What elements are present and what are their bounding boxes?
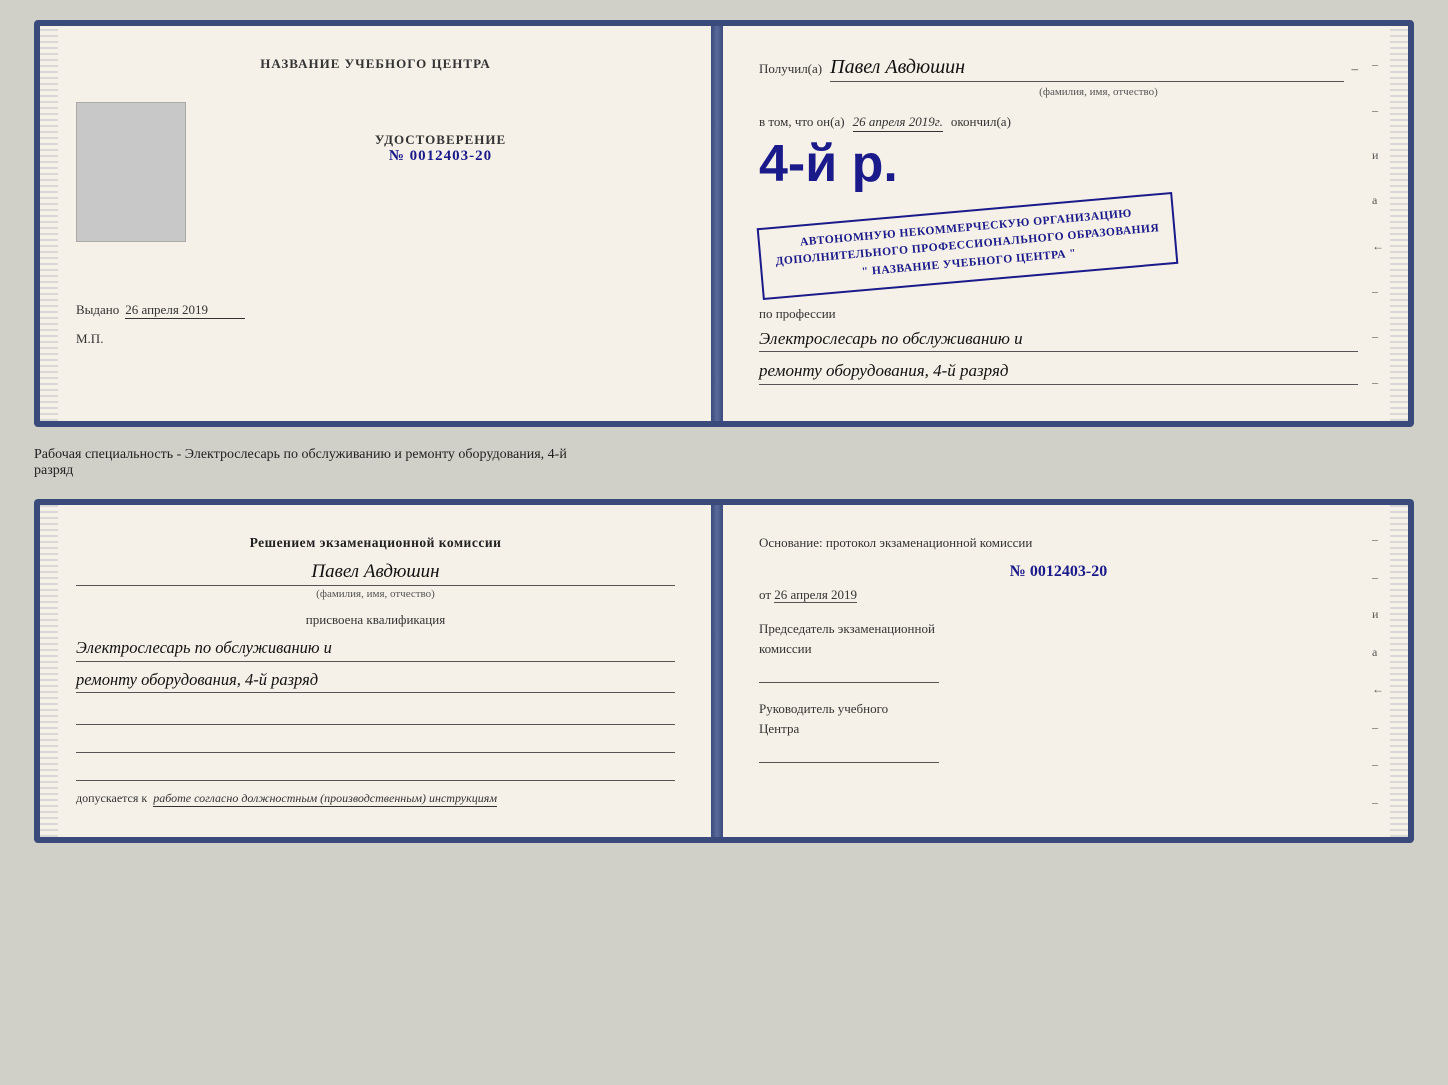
sig-line-predsedatel [759,661,939,683]
separator-line2: разряд [34,463,1414,479]
org-stamp-block: АВТОНОМНУЮ НЕКОММЕРЧЕСКУЮ ОРГАНИЗАЦИЮ ДО… [759,202,1358,292]
qualification-line2: ремонту оборудования, 4-й разряд [76,668,675,694]
document-spine-2 [711,505,723,838]
received-line: Получил(а) Павел Авдюшин – [759,56,1358,82]
certificate-number-block: УДОСТОВЕРЕНИЕ № 0012403-20 [206,132,675,165]
ot-line: от 26 апреля 2019 [759,587,1358,603]
sig-line-2 [76,731,675,753]
sig-line-3 [76,759,675,781]
card2-right-page: Основание: протокол экзаменационной коми… [723,505,1408,838]
received-name: Павел Авдюшин [830,56,1343,82]
dopuskaetsya-block: допускается к работе согласно должностны… [76,791,675,807]
decision-title: Решением экзаменационной комиссии [76,535,675,551]
sig-line-1 [76,703,675,725]
prisvoena-label: присвоена квалификация [76,612,675,628]
osnov-title: Основание: протокол экзаменационной коми… [759,535,1358,551]
v-tom-chto-text: в том, что он(а) [759,114,845,130]
certificate-number: № 0012403-20 [206,148,675,165]
profession-line2: ремонту оборудования, 4-й разряд [759,358,1358,385]
org-stamp: АВТОНОМНУЮ НЕКОММЕРЧЕСКУЮ ОРГАНИЗАЦИЮ ДО… [757,192,1179,300]
predsedatel-line2: комиссии [759,641,1358,657]
vydano-date: 26 апреля 2019 [125,302,245,319]
predsedatel-line1: Председатель экзаменационной [759,621,1358,637]
person-name: Павел Авдюшин [76,561,675,586]
protocol-num: № 0012403-20 [759,563,1358,581]
ot-date: 26 апреля 2019 [774,587,857,603]
udostoverenie-label: УДОСТОВЕРЕНИЕ [206,132,675,148]
qualification-line1: Электрослесарь по обслуживанию и [76,636,675,662]
right-edge-decoration-2: – – и а ← – – – [1372,525,1384,818]
razryad-big: 4-й р. [759,138,898,190]
signature-lines [76,703,675,781]
fio-hint: (фамилия, имя, отчество) [839,86,1358,98]
sig-line-rukovod [759,741,939,763]
vydano-block: Выдано 26 апреля 2019 [76,302,675,319]
rukovod-line1: Руководитель учебного [759,701,1358,717]
separator-line1: Рабочая специальность - Электрослесарь п… [34,447,1414,463]
completion-date: 26 апреля 2019г. [853,114,943,132]
card2-left-page: Решением экзаменационной комиссии Павел … [40,505,711,838]
po-professii: по профессии [759,306,1358,322]
vydano-label: Выдано [76,302,119,318]
photo-placeholder [76,102,186,242]
separator-text: Рабочая специальность - Электрослесарь п… [34,445,1414,481]
mp-label: М.П. [76,331,675,347]
dopuskaetsya-value: работе согласно должностным (производств… [153,791,497,807]
razryad-line: 4-й р. [759,136,1358,196]
right-edge-decoration: – – и а ← – – – [1372,46,1384,401]
rukovod-line2: Центра [759,721,1358,737]
okonchil-text: окончил(а) [951,114,1011,130]
dopuskaetsya-label: допускается к [76,791,147,806]
ot-label: от [759,587,771,602]
card1-right-page: Получил(а) Павел Авдюшин – (фамилия, имя… [723,26,1408,421]
center-title-block: НАЗВАНИЕ УЧЕБНОГО ЦЕНТРА [76,56,675,72]
school-name-title: НАЗВАНИЕ УЧЕБНОГО ЦЕНТРА [76,56,675,72]
document-spine [711,26,723,421]
certificate-card-1: НАЗВАНИЕ УЧЕБНОГО ЦЕНТРА УДОСТОВЕРЕНИЕ №… [34,20,1414,427]
received-label: Получил(а) [759,61,822,77]
certificate-card-2: Решением экзаменационной комиссии Павел … [34,499,1414,844]
v-tom-chto-line: в том, что он(а) 26 апреля 2019г. окончи… [759,114,1358,132]
fio-hint2: (фамилия, имя, отчество) [76,588,675,600]
card1-left-page: НАЗВАНИЕ УЧЕБНОГО ЦЕНТРА УДОСТОВЕРЕНИЕ №… [40,26,711,421]
profession-line1: Электрослесарь по обслуживанию и [759,326,1358,353]
